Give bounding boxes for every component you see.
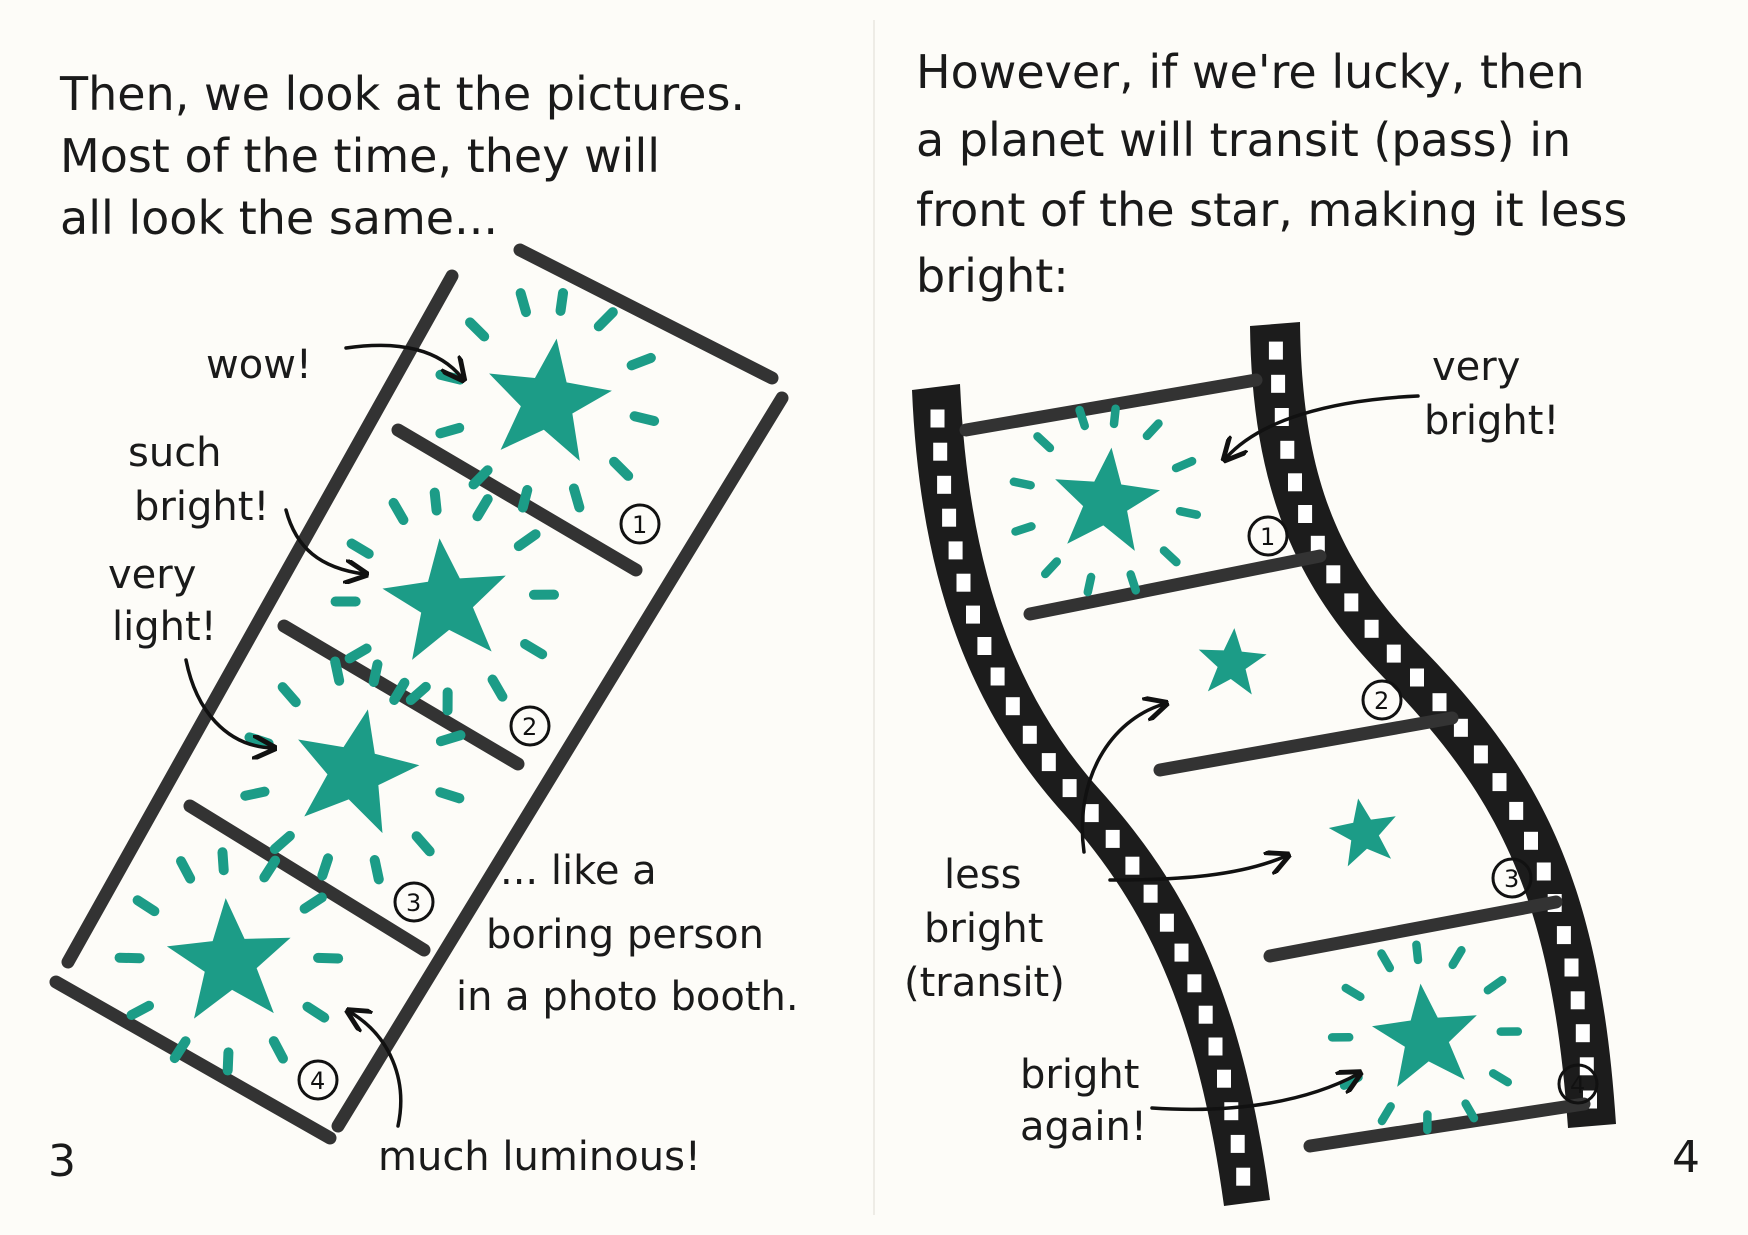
bright-star-icon: [325, 481, 565, 721]
sprocket-hole: [1564, 958, 1579, 977]
left-caption-line-3: all look the same...: [60, 191, 498, 245]
comic-spread: Then, we look at the pictures. Most of t…: [48, 20, 1700, 1215]
sprocket-hole: [1271, 374, 1286, 393]
left-page: Then, we look at the pictures. Most of t…: [48, 67, 799, 1187]
sprocket-hole: [1022, 725, 1037, 744]
sprocket-hole: [1268, 341, 1283, 360]
right-page-number: 4: [1672, 1132, 1700, 1183]
sprocket-hole: [1536, 862, 1551, 881]
dim-star-icon: [1195, 625, 1269, 696]
sprocket-hole: [1230, 1134, 1245, 1153]
sprocket-hole: [966, 605, 980, 624]
sprocket-hole: [1105, 829, 1120, 848]
frame-number: 2: [522, 713, 537, 741]
sprocket-hole: [1187, 974, 1202, 993]
sprocket-hole: [1364, 619, 1379, 638]
sprocket-hole: [1159, 913, 1174, 932]
note-very-bright: very bright!: [1424, 344, 1559, 444]
right-caption-line-4: bright:: [916, 249, 1069, 303]
arrow-icon: [1150, 1074, 1358, 1112]
note-boring-person: ... like a boring person in a photo boot…: [456, 848, 799, 1020]
dim-star-icon: [1324, 792, 1403, 869]
sprocket-hole: [1556, 926, 1571, 945]
left-caption: Then, we look at the pictures. Most of t…: [59, 67, 760, 245]
sprocket-hole: [942, 508, 957, 527]
sprocket-hole: [1298, 505, 1313, 523]
frame-number: 3: [406, 889, 421, 917]
left-caption-line-2: Most of the time, they will: [60, 129, 660, 183]
left-caption-line-1: Then, we look at the pictures.: [59, 67, 745, 121]
sprocket-hole: [1524, 831, 1538, 850]
sprocket-hole: [1005, 697, 1020, 716]
sprocket-hole: [977, 637, 992, 655]
sprocket-hole: [1575, 1024, 1590, 1043]
sprocket-hole: [933, 442, 948, 461]
note-bright-again: bright again!: [1020, 1052, 1152, 1150]
note-very-light: very light!: [108, 552, 217, 650]
sprocket-hole: [990, 667, 1005, 686]
sprocket-hole: [937, 475, 952, 494]
sprocket-hole: [1432, 693, 1447, 712]
bright-star-icon: [1003, 399, 1207, 603]
film-frame-divider-2: [1153, 711, 1459, 777]
sprocket-hole: [1174, 943, 1189, 962]
sprocket-hole: [1224, 1102, 1239, 1121]
frame-number: 4: [310, 1067, 325, 1095]
right-caption-line-2: a planet will transit (pass) in: [916, 113, 1571, 167]
frame-number: 1: [1260, 523, 1275, 551]
sprocket-hole: [1509, 801, 1524, 820]
sprocket-hole: [948, 541, 963, 560]
sprocket-hole: [1125, 856, 1140, 875]
left-page-number: 3: [48, 1136, 76, 1187]
sprocket-hole: [1570, 991, 1585, 1010]
sprocket-hole: [956, 573, 971, 592]
sprocket-hole: [1386, 644, 1401, 663]
sprocket-hole: [1492, 773, 1507, 792]
frame-number: 1: [632, 511, 647, 539]
frame-number: 4: [1570, 1071, 1585, 1099]
note-much-luminous: much luminous!: [378, 1134, 701, 1180]
right-caption-line-1: However, if we're lucky, then: [916, 45, 1585, 99]
note-such-bright: such bright!: [128, 430, 269, 530]
film-strip: 1 2 3 4: [912, 322, 1616, 1206]
sprocket-hole: [930, 409, 945, 428]
frame-number: 3: [1504, 865, 1519, 893]
sprocket-hole: [1236, 1167, 1251, 1186]
sprocket-hole: [1217, 1069, 1231, 1088]
note-wow: wow!: [206, 342, 312, 388]
sprocket-hole: [1062, 779, 1077, 798]
sprocket-hole: [1084, 804, 1099, 823]
film-frame-bottom: [1303, 1097, 1591, 1153]
arrow-icon: [1226, 394, 1420, 458]
strip-bottom-edge: [49, 975, 337, 1145]
sprocket-hole: [1288, 473, 1302, 492]
sprocket-hole: [1326, 565, 1341, 584]
sprocket-hole: [1344, 593, 1359, 612]
bright-star-icon: [1323, 935, 1527, 1139]
frame-number: 2: [1374, 687, 1389, 715]
sprocket-hole: [1143, 884, 1158, 903]
right-page: However, if we're lucky, then a planet w…: [904, 45, 1700, 1206]
sprocket-hole: [1198, 1005, 1213, 1024]
sprocket-hole: [1041, 753, 1056, 772]
sprocket-hole: [1280, 440, 1295, 459]
right-caption: However, if we're lucky, then a planet w…: [916, 45, 1642, 303]
sprocket-hole: [1208, 1037, 1223, 1056]
sprocket-hole: [1473, 745, 1488, 764]
right-caption-line-3: front of the star, making it less: [916, 183, 1627, 237]
note-less-bright: less bright (transit): [904, 852, 1065, 1006]
bright-star-icon: [225, 641, 484, 900]
sprocket-hole: [1410, 668, 1424, 687]
